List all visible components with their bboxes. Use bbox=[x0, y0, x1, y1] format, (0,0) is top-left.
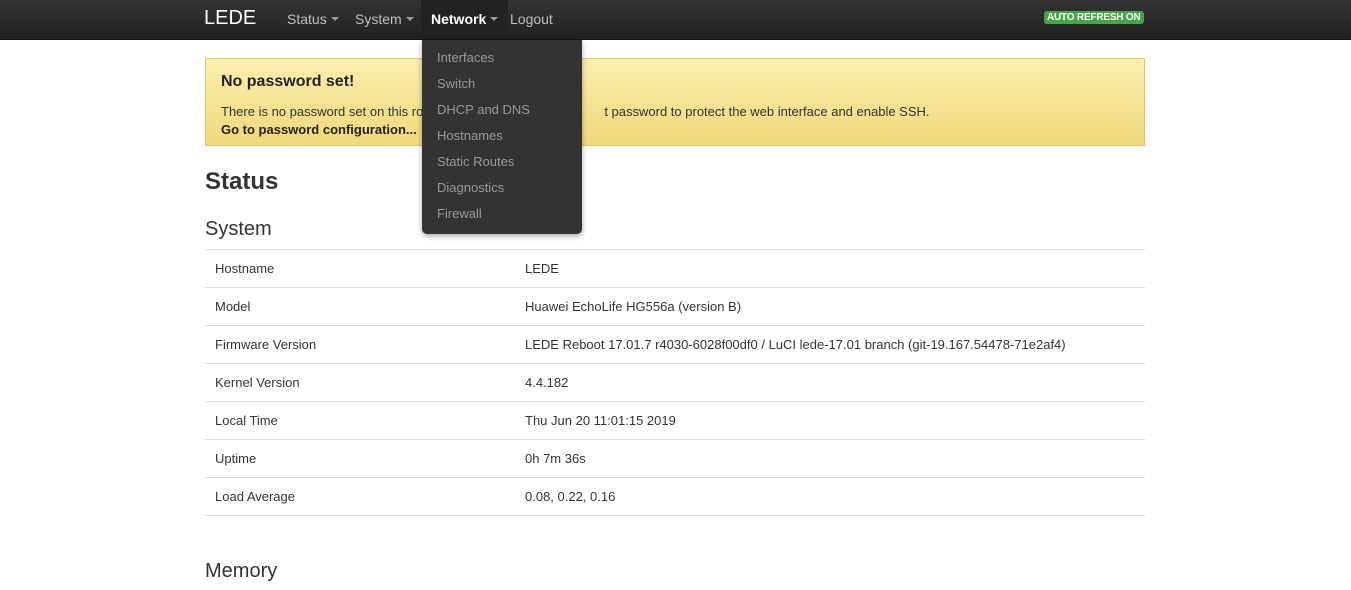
table-row: Uptime 0h 7m 36s bbox=[205, 439, 1145, 478]
menu-status[interactable]: Status bbox=[277, 0, 349, 39]
menu-system[interactable]: System bbox=[345, 0, 424, 39]
dropdown-item-switch[interactable]: Switch bbox=[422, 71, 582, 97]
menu-system-label: System bbox=[355, 11, 402, 27]
menu-network[interactable]: Network bbox=[421, 0, 509, 39]
alert-text-start: There is no password set on this ro bbox=[221, 104, 424, 119]
dropdown-item-hostnames[interactable]: Hostnames bbox=[422, 123, 582, 149]
no-password-alert: No password set! There is no password se… bbox=[205, 58, 1145, 146]
network-dropdown-menu: Interfaces Switch DHCP and DNS Hostnames… bbox=[422, 40, 582, 234]
dropdown-item-dhcp-dns[interactable]: DHCP and DNS bbox=[422, 97, 582, 123]
row-key: Firmware Version bbox=[205, 325, 515, 364]
menu-status-label: Status bbox=[287, 11, 327, 27]
brand-logo[interactable]: LEDE bbox=[204, 7, 256, 30]
row-key: Uptime bbox=[205, 439, 515, 478]
table-row: Kernel Version 4.4.182 bbox=[205, 363, 1145, 402]
system-section-title: System bbox=[205, 218, 272, 240]
caret-down-icon bbox=[490, 17, 499, 22]
alert-text-end: t password to protect the web interface … bbox=[604, 104, 930, 119]
menu-logout-label: Logout bbox=[510, 11, 553, 27]
menu-logout[interactable]: Logout bbox=[500, 0, 563, 39]
row-value: Thu Jun 20 11:01:15 2019 bbox=[515, 401, 1145, 440]
row-key: Local Time bbox=[205, 401, 515, 440]
memory-section-title: Memory bbox=[205, 560, 278, 582]
row-key: Hostname bbox=[205, 249, 515, 288]
row-key: Load Average bbox=[205, 477, 515, 516]
row-value: 0.08, 0.22, 0.16 bbox=[515, 477, 1145, 516]
table-row: Firmware Version LEDE Reboot 17.01.7 r40… bbox=[205, 325, 1145, 364]
caret-down-icon bbox=[330, 17, 339, 22]
row-key: Kernel Version bbox=[205, 363, 515, 402]
table-row: Local Time Thu Jun 20 11:01:15 2019 bbox=[205, 401, 1145, 440]
top-navbar: LEDE Status System Network Logout AUTO R… bbox=[0, 0, 1351, 40]
dropdown-item-static-routes[interactable]: Static Routes bbox=[422, 149, 582, 175]
dropdown-item-firewall[interactable]: Firewall bbox=[422, 201, 582, 227]
row-key: Model bbox=[205, 287, 515, 326]
system-table: Hostname LEDE Model Huawei EchoLife HG55… bbox=[205, 249, 1145, 516]
table-row: Hostname LEDE bbox=[205, 249, 1145, 288]
caret-down-icon bbox=[405, 17, 414, 22]
page-title: Status bbox=[205, 168, 279, 195]
password-config-link[interactable]: Go to password configuration... bbox=[221, 122, 417, 137]
row-value: 0h 7m 36s bbox=[515, 439, 1145, 478]
row-value: LEDE Reboot 17.01.7 r4030-6028f00df0 / L… bbox=[515, 325, 1145, 364]
auto-refresh-badge[interactable]: AUTO REFRESH ON bbox=[1044, 11, 1144, 24]
table-row: Model Huawei EchoLife HG556a (version B) bbox=[205, 287, 1145, 326]
alert-text: There is no password set on this ro t pas… bbox=[221, 103, 1129, 121]
dropdown-item-diagnostics[interactable]: Diagnostics bbox=[422, 175, 582, 201]
row-value: LEDE bbox=[515, 249, 1145, 288]
alert-title: No password set! bbox=[221, 73, 355, 90]
dropdown-item-interfaces[interactable]: Interfaces bbox=[422, 45, 582, 71]
row-value: 4.4.182 bbox=[515, 363, 1145, 402]
menu-network-label: Network bbox=[431, 11, 487, 27]
table-row: Load Average 0.08, 0.22, 0.16 bbox=[205, 477, 1145, 516]
row-value: Huawei EchoLife HG556a (version B) bbox=[515, 287, 1145, 326]
